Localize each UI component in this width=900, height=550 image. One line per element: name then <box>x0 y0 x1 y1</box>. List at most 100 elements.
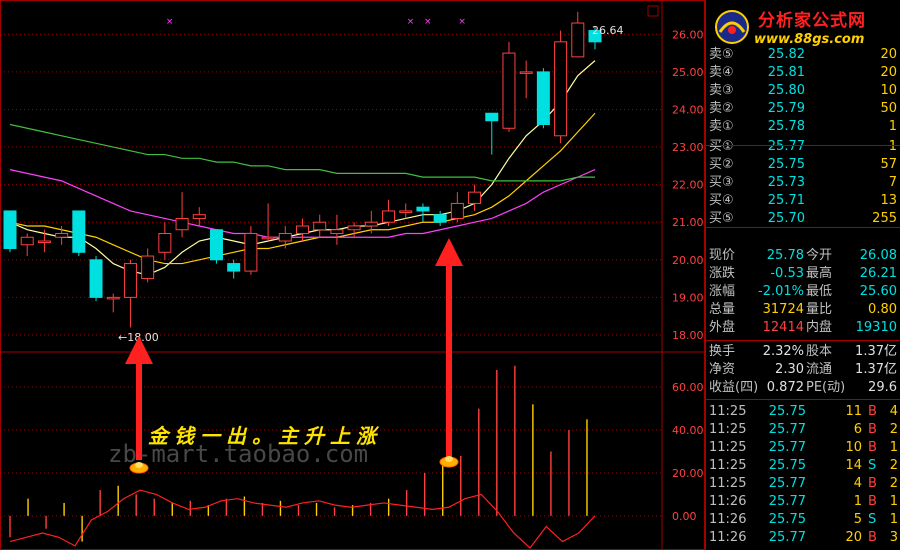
sell-level-row[interactable]: 卖⑤ 25.82 20 <box>706 46 900 64</box>
quote-row: 总量 31724 量比 0.80 <box>706 301 900 319</box>
tick-row[interactable]: 11:25 25.77 6 B 2 <box>706 421 900 439</box>
level-volume: 7 <box>888 175 897 190</box>
quote-label: 股本 <box>806 344 833 359</box>
tick-time: 11:26 <box>709 512 747 527</box>
price-axis-label: 25.00 <box>672 66 704 79</box>
tick-volume: 14 <box>845 458 862 473</box>
candle-body <box>278 232 292 242</box>
level-price: 25.71 <box>767 193 805 208</box>
indicator-line <box>9 489 596 549</box>
level-price: 25.77 <box>767 139 805 154</box>
quote-row: 涨幅 -2.01% 最低 25.60 <box>706 283 900 301</box>
level-volume: 1 <box>888 119 897 134</box>
candle-body <box>450 202 464 219</box>
quote-row: 现价 25.78 今开 26.08 <box>706 247 900 265</box>
tick-row[interactable]: 11:25 25.77 10 B 1 <box>706 439 900 457</box>
level-volume: 20 <box>880 47 897 62</box>
candle-body <box>536 71 550 126</box>
candle-body <box>227 263 241 272</box>
quote-value: 26.21 <box>859 266 897 281</box>
candle-body <box>519 71 533 74</box>
buy-level-row[interactable]: 买④ 25.71 13 <box>706 192 900 210</box>
tick-row[interactable]: 11:25 25.75 14 S 2 <box>706 457 900 475</box>
annotation-text: 金钱一出。主升上涨 <box>148 424 382 448</box>
sell-level-row[interactable]: 卖② 25.79 50 <box>706 100 900 118</box>
sell-level-row[interactable]: 卖③ 25.80 10 <box>706 82 900 100</box>
quote-value: 1.37亿 <box>855 362 897 377</box>
tick-time: 11:25 <box>709 440 747 455</box>
quote-label: PE(动) <box>806 380 846 395</box>
indicator-axis-label: 20.00 <box>672 467 704 480</box>
logo-url: www.88gs.com <box>754 32 865 47</box>
site-logo[interactable]: 分析家公式网 www.88gs.com <box>706 0 900 52</box>
level-price: 25.80 <box>767 83 805 98</box>
level-price: 25.82 <box>767 47 805 62</box>
kline-chart-area[interactable]: 26.00 25.00 24.00 23.00 22.00 21.00 20.00 19.00… <box>0 0 705 550</box>
candle-body <box>20 236 34 246</box>
quote-value: 29.6 <box>868 380 897 395</box>
candle-body <box>123 263 137 298</box>
candle-body <box>296 225 309 234</box>
signal-x-marker: × <box>458 17 466 27</box>
buy-level-row[interactable]: 买⑤ 25.70 255 <box>706 210 900 228</box>
tick-count: 4 <box>889 404 898 419</box>
quote-label: 净资 <box>709 362 736 377</box>
high-price-label: 26.64 <box>592 24 624 37</box>
candle-body <box>55 232 69 238</box>
tick-count: 1 <box>889 494 898 509</box>
tick-side: B <box>868 530 877 545</box>
level-label: 买④ <box>709 193 734 208</box>
level-volume: 57 <box>880 157 897 172</box>
tick-price: 25.75 <box>768 458 806 473</box>
tick-side: S <box>868 512 877 527</box>
tick-row[interactable]: 11:26 25.75 5 S 1 <box>706 511 900 529</box>
tick-row[interactable]: 11:25 25.75 11 B 4 <box>706 403 900 421</box>
level-label: 卖⑤ <box>709 47 734 62</box>
candle-body <box>468 191 482 204</box>
level-label: 卖② <box>709 101 734 116</box>
logo-title: 分析家公式网 <box>758 11 866 31</box>
panel-separator <box>706 145 900 146</box>
quote-value: 26.08 <box>859 248 897 263</box>
price-axis-label: 24.00 <box>672 103 704 116</box>
tick-row[interactable]: 11:25 25.77 4 B 2 <box>706 475 900 493</box>
level-volume: 255 <box>872 211 897 226</box>
candle-body <box>192 214 206 219</box>
candle-body <box>399 210 413 213</box>
tick-count: 3 <box>889 530 898 545</box>
gold-ingot-icon <box>439 456 459 468</box>
quote-label: 最低 <box>806 284 833 299</box>
level-volume: 13 <box>880 193 897 208</box>
quote-row: 换手 2.32% 股本 1.37亿 <box>706 343 900 361</box>
candle-body <box>244 232 258 272</box>
candle-body <box>485 112 499 122</box>
tick-price: 25.77 <box>768 494 806 509</box>
quote-value: 31724 <box>762 302 804 317</box>
tick-row[interactable]: 11:26 25.77 20 B 3 <box>706 529 900 547</box>
candle-body <box>554 41 568 137</box>
candle-body <box>106 296 120 300</box>
tick-row[interactable]: 11:26 25.77 1 B 1 <box>706 493 900 511</box>
candle-body <box>433 214 447 223</box>
candle-body <box>571 22 585 58</box>
logo-emblem-icon <box>715 10 749 44</box>
candle-body <box>209 229 223 261</box>
buy-signal-arrow <box>435 238 463 460</box>
quote-value: 1.37亿 <box>855 344 897 359</box>
indicator-axis-label: 0.00 <box>672 510 697 523</box>
sell-level-row[interactable]: 卖① 25.78 1 <box>706 118 900 136</box>
candle-body <box>330 229 344 234</box>
tick-side: B <box>868 440 877 455</box>
quote-value: 19310 <box>855 320 897 335</box>
buy-level-row[interactable]: 买② 25.75 57 <box>706 156 900 174</box>
buy-level-row[interactable]: 买① 25.77 1 <box>706 138 900 156</box>
tick-count: 2 <box>889 458 898 473</box>
tick-count: 1 <box>889 512 898 527</box>
sell-level-row[interactable]: 卖④ 25.81 20 <box>706 64 900 82</box>
tick-time: 11:25 <box>709 404 747 419</box>
buy-level-row[interactable]: 买③ 25.73 7 <box>706 174 900 192</box>
price-axis-label: 23.00 <box>672 141 704 154</box>
signal-x-marker: × <box>166 17 174 27</box>
tick-volume: 6 <box>853 422 862 437</box>
quote-label: 涨跌 <box>709 266 736 281</box>
